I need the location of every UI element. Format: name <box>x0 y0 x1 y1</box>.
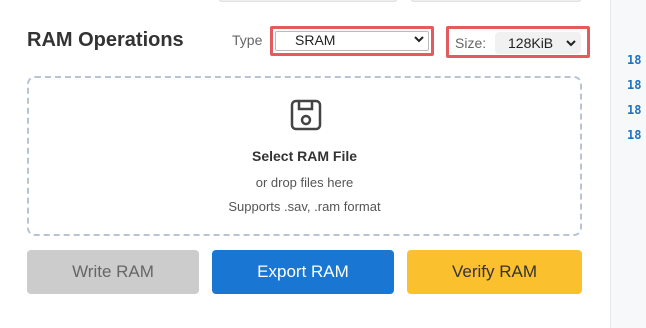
dropzone-title: Select RAM File <box>251 148 358 164</box>
chevron-down-icon <box>414 36 424 43</box>
export-ram-button[interactable]: Export RAM <box>212 250 394 294</box>
dropzone-formats: Supports .sav, .ram format <box>228 199 381 214</box>
save-icon <box>290 99 322 131</box>
size-label: Size: <box>455 35 487 51</box>
section-title: RAM Operations <box>27 29 184 51</box>
previous-card-left <box>218 0 398 2</box>
code-line: 18 <box>627 78 642 92</box>
code-line: 18 <box>627 128 642 142</box>
size-select-value: 128KiB <box>508 35 554 51</box>
dropzone-subtitle: or drop files here <box>255 175 354 190</box>
previous-card-right <box>410 0 582 2</box>
ram-file-dropzone[interactable]: Select RAM File or drop files here Suppo… <box>27 76 582 236</box>
size-control: Size: 128KiB <box>446 26 590 58</box>
code-line: 18 <box>627 53 642 67</box>
type-select[interactable]: SRAM <box>270 26 434 56</box>
ram-operations-header: RAM Operations Type SRAM Size: 128KiB <box>0 22 600 62</box>
side-code-panel: 18 18 18 18 <box>610 0 646 328</box>
type-select-value: SRAM <box>295 32 336 48</box>
type-label: Type <box>232 32 263 48</box>
size-select[interactable]: 128KiB <box>495 32 581 54</box>
verify-ram-button[interactable]: Verify RAM <box>407 250 582 294</box>
write-ram-button[interactable]: Write RAM <box>27 250 199 294</box>
chevron-down-icon <box>566 40 576 47</box>
code-line: 18 <box>627 103 642 117</box>
